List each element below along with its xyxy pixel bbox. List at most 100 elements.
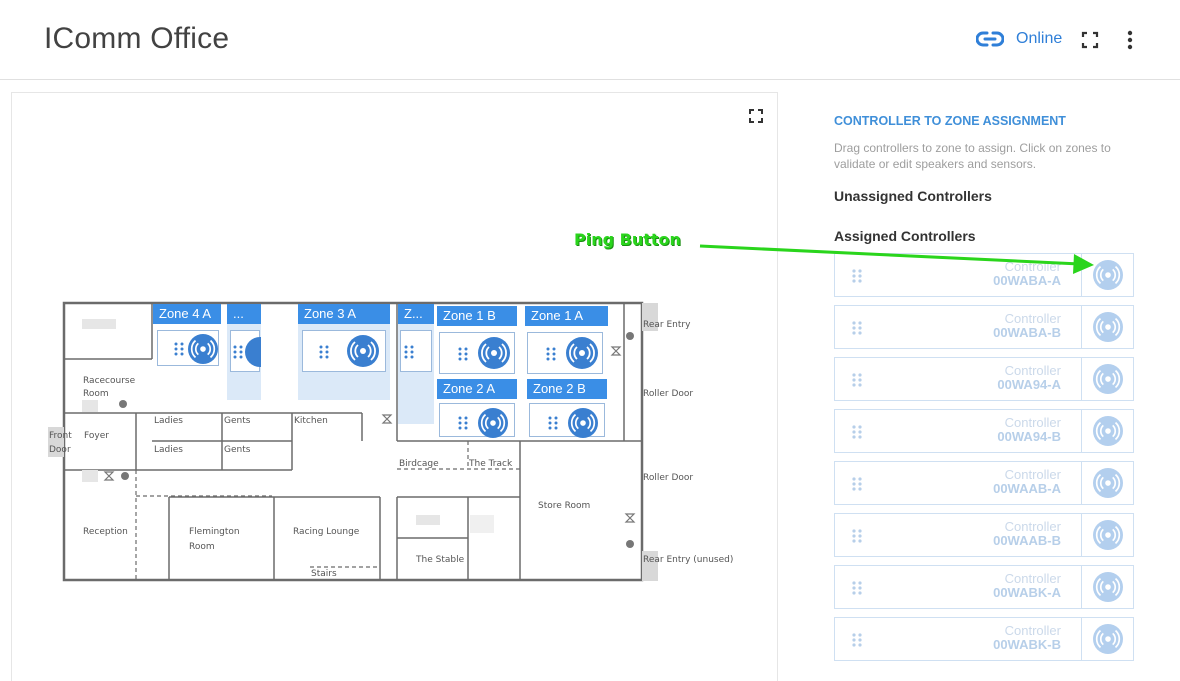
room-label: Room <box>189 542 215 552</box>
broadcast-icon <box>570 413 596 433</box>
room-label: Rear Entry <box>643 320 691 330</box>
room-label: Gents <box>224 445 251 455</box>
room-label: Front <box>49 431 72 441</box>
controller-item[interactable]: Controller 00WAAB-B <box>834 513 1134 557</box>
zone-4a[interactable]: Zone 4 A <box>153 304 221 370</box>
room-label: Roller Door <box>643 473 693 483</box>
zone-1a[interactable]: Zone 1 A <box>525 306 608 376</box>
broadcast-icon <box>190 339 216 359</box>
controller-item[interactable]: Controller 00WA94-B <box>834 409 1134 453</box>
room-label: Roller Door <box>643 389 693 399</box>
ping-button[interactable] <box>347 335 379 367</box>
controller-label: Controller 00WABK-A <box>993 572 1061 600</box>
zone-title: Zone 2 A <box>437 379 517 399</box>
ping-button[interactable] <box>1093 260 1123 290</box>
zone-controller-card[interactable] <box>439 403 515 438</box>
broadcast-icon <box>1095 369 1121 389</box>
drag-handle-icon[interactable] <box>851 580 863 596</box>
divider <box>1081 566 1082 608</box>
drag-handle-icon <box>319 345 329 359</box>
controller-id: 00WABA-A <box>993 273 1061 288</box>
zone-title: Zone 1 A <box>525 306 608 326</box>
ping-button[interactable] <box>1093 416 1123 446</box>
controller-item[interactable]: Controller 00WA94-A <box>834 357 1134 401</box>
ping-button[interactable] <box>188 334 218 364</box>
zone-controller-card[interactable] <box>302 330 386 372</box>
drag-handle-icon <box>458 416 468 430</box>
ping-button[interactable] <box>1093 468 1123 498</box>
divider <box>1081 618 1082 660</box>
broadcast-icon <box>1095 629 1121 649</box>
controller-label: Controller 00WA94-B <box>997 416 1061 444</box>
controller-type: Controller <box>1004 519 1061 534</box>
room-label: The Stable <box>415 555 465 565</box>
ping-button[interactable] <box>1093 312 1123 342</box>
zone-controller-card[interactable] <box>157 330 219 366</box>
controller-item[interactable]: Controller 00WABA-A <box>834 253 1134 297</box>
zone-title: Zone 3 A <box>298 304 390 324</box>
room-label: Room <box>83 389 109 399</box>
controller-id: 00WABK-B <box>993 637 1061 652</box>
controller-item[interactable]: Controller 00WABA-B <box>834 305 1134 349</box>
drag-handle-icon[interactable] <box>851 528 863 544</box>
floor-plan: Racecourse Room Ladies Gents Kitchen Fro… <box>48 301 733 582</box>
zone-title: ... <box>227 304 261 324</box>
drag-handle-icon <box>174 342 184 356</box>
broadcast-icon <box>1095 265 1121 285</box>
drag-handle-icon[interactable] <box>851 424 863 440</box>
zone-controller-card[interactable] <box>400 330 432 372</box>
zone-collapsed-2[interactable]: Z... <box>398 304 434 424</box>
drag-handle-icon <box>546 347 556 361</box>
zone-1b[interactable]: Zone 1 B <box>437 306 517 376</box>
broadcast-icon <box>1095 421 1121 441</box>
broadcast-icon <box>480 413 506 433</box>
zone-2b[interactable]: Zone 2 B <box>527 379 607 438</box>
zone-controller-card[interactable] <box>529 403 605 438</box>
drag-handle-icon[interactable] <box>851 372 863 388</box>
zone-2a[interactable]: Zone 2 A <box>437 379 517 438</box>
drag-handle-icon[interactable] <box>851 476 863 492</box>
ping-button[interactable] <box>478 408 508 438</box>
drag-handle-icon <box>233 345 243 359</box>
room-label: Door <box>49 445 71 455</box>
ping-button[interactable] <box>1093 520 1123 550</box>
broadcast-icon <box>1095 525 1121 545</box>
ping-button[interactable] <box>1093 624 1123 654</box>
room-label: Racing Lounge <box>293 527 360 537</box>
controller-item[interactable]: Controller 00WABK-A <box>834 565 1134 609</box>
controller-item[interactable]: Controller 00WABK-B <box>834 617 1134 661</box>
controller-type: Controller <box>1004 363 1061 378</box>
zone-3a[interactable]: Zone 3 A <box>298 304 390 400</box>
drag-handle-icon[interactable] <box>851 320 863 336</box>
room-label: Store Room <box>538 501 590 511</box>
divider <box>1081 358 1082 400</box>
controller-item[interactable]: Controller 00WAAB-A <box>834 461 1134 505</box>
controller-type: Controller <box>1004 415 1061 430</box>
room-label: The Track <box>468 459 513 469</box>
page-title: IComm Office <box>44 22 230 55</box>
room-label: Stairs <box>311 569 337 579</box>
zone-controller-card[interactable] <box>230 330 261 372</box>
controller-type: Controller <box>1004 623 1061 638</box>
ping-button[interactable] <box>478 337 510 369</box>
controller-id: 00WABA-B <box>993 325 1061 340</box>
room-label: Flemington <box>189 527 240 537</box>
controller-type: Controller <box>1004 259 1061 274</box>
drag-handle-icon[interactable] <box>851 268 863 284</box>
broadcast-icon <box>569 343 595 363</box>
zone-collapsed-1[interactable]: ... <box>227 304 261 400</box>
ping-button[interactable] <box>568 408 598 438</box>
divider <box>1081 254 1082 296</box>
controller-id: 00WAAB-A <box>993 481 1061 496</box>
ping-button[interactable] <box>1093 364 1123 394</box>
broadcast-icon <box>350 341 376 361</box>
broadcast-icon <box>481 343 507 363</box>
ping-button[interactable] <box>245 337 261 367</box>
drag-handle-icon[interactable] <box>851 632 863 648</box>
app-root: IComm Office Online Racecourse Room Ladi… <box>0 0 1180 681</box>
ping-button[interactable] <box>1093 572 1123 602</box>
ping-button[interactable] <box>566 337 598 369</box>
zone-controller-card[interactable] <box>527 332 603 374</box>
zone-title: Zone 1 B <box>437 306 517 326</box>
zone-controller-card[interactable] <box>439 332 515 374</box>
